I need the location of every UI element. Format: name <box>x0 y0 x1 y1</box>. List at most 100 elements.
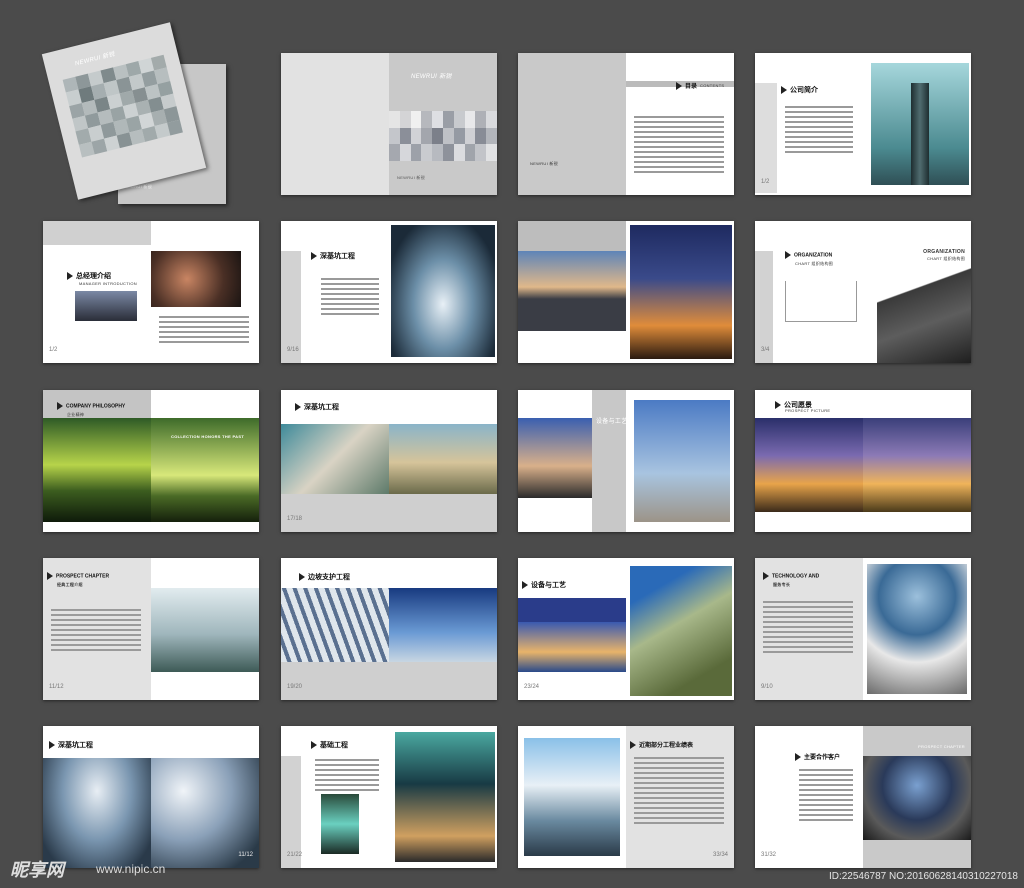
spread-5-page: 9/16 <box>287 347 299 353</box>
spread-17-right <box>389 726 497 868</box>
spread-7-org-chart <box>785 281 857 322</box>
spread-19-title: 主要合作客户 <box>795 752 840 761</box>
spread-3-tower-photo <box>871 63 969 185</box>
spread-18-left <box>518 726 626 868</box>
spread-3-text <box>785 103 853 156</box>
spread-11-sky-photo <box>863 418 971 512</box>
spread-5-text <box>321 275 379 318</box>
spread-13-right <box>389 558 497 700</box>
spread-19[interactable]: 主要合作客户 31/32 PROSPECT CHAPTER <box>755 726 971 868</box>
spread-7-page: 3/4 <box>761 347 770 353</box>
spread-14-left: 设备与工艺 23/24 <box>518 558 626 700</box>
spread-2[interactable]: NEWRUI 新锐 目录 CONTENTS <box>518 53 734 195</box>
spread-14-harbor-photo <box>518 622 626 672</box>
spread-1-brand: NEWRUI 新锐 <box>411 74 452 80</box>
spread-6-right <box>626 221 734 363</box>
spread-9[interactable]: 深基坑工程 17/18 <box>281 390 497 532</box>
spread-3-page: 1/2 <box>761 179 770 185</box>
spread-11[interactable]: 公司愿景 PROSPECT PICTURE <box>755 390 971 532</box>
spread-3-right <box>863 53 971 195</box>
spread-7-eiffel-photo <box>877 261 971 363</box>
spread-15-text <box>763 598 853 656</box>
spread-14-title: 设备与工艺 <box>522 580 566 590</box>
spread-16-title: 深基坑工程 <box>49 740 93 750</box>
spread-5[interactable]: 深基坑工程 9/16 <box>281 221 497 363</box>
spread-3[interactable]: 公司简介 1/2 <box>755 53 971 195</box>
spread-4[interactable]: 总经理介绍 MANAGER INTRODUCTION 1/2 <box>43 221 259 363</box>
spread-15-sub: 服务专长 <box>773 582 791 587</box>
spread-2-title: 目录 <box>676 81 697 90</box>
spread-5-left: 深基坑工程 9/16 <box>281 221 389 363</box>
spread-13-band <box>281 662 389 700</box>
spread-12-title: PROSPECT CHAPTER <box>47 572 109 580</box>
spread-1[interactable]: NEWRUI 新锐 NEWRUI 新锐 <box>281 53 497 195</box>
spread-10-right <box>626 390 734 532</box>
spread-19-right: PROSPECT CHAPTER <box>863 726 971 868</box>
spread-16[interactable]: 深基坑工程 11/12 <box>43 726 259 868</box>
spread-12-right <box>151 558 259 700</box>
spread-8-statue-photo <box>43 418 151 522</box>
spread-14[interactable]: 设备与工艺 23/24 <box>518 558 734 700</box>
spread-10[interactable]: 设备与工艺 <box>518 390 734 532</box>
spread-6-bridge-photo <box>630 225 732 359</box>
spread-17-overpass-photo <box>395 732 495 862</box>
spread-14-page: 23/24 <box>524 684 540 690</box>
spread-4-right <box>151 221 259 363</box>
spread-13-skyline-photo <box>389 588 497 662</box>
spread-10-title: 设备与工艺 <box>596 419 626 425</box>
watermark-url: www.nipic.cn <box>96 862 166 876</box>
spread-15-right <box>863 558 971 700</box>
spread-7-right: ORGANIZATION CHART 组织结构图 <box>863 221 971 363</box>
watermark-logo: 昵享网 <box>10 860 64 880</box>
spread-4-group-photo <box>75 291 137 321</box>
spread-6[interactable] <box>518 221 734 363</box>
spread-18-table <box>634 754 724 827</box>
spread-7-left: ORGANIZATION CHART 组织结构图 3/4 <box>755 221 863 363</box>
spread-12-building-photo <box>151 588 259 672</box>
spread-8-caption: COLLECTION HONORS THE PAST <box>171 434 245 439</box>
spread-13[interactable]: 边坡支护工程 19/20 <box>281 558 497 700</box>
spread-6-band <box>518 221 626 251</box>
spread-18-title: 近期部分工程业绩表 <box>630 740 693 749</box>
spread-7[interactable]: ORGANIZATION CHART 组织结构图 3/4 ORGANIZATIO… <box>755 221 971 363</box>
spread-7-sub: CHART 组织结构图 <box>795 261 834 266</box>
spread-1-right: NEWRUI 新锐 NEWRUI 新锐 <box>389 53 497 195</box>
spread-5-atrium-photo <box>391 225 495 357</box>
spread-4-left: 总经理介绍 MANAGER INTRODUCTION 1/2 <box>43 221 151 363</box>
spread-17-left: 基础工程 21/22 <box>281 726 389 868</box>
spread-12-text <box>51 606 141 654</box>
spread-16-left: 深基坑工程 <box>43 726 151 868</box>
spread-8-title: COMPANY PHILOSOPHY <box>57 402 125 410</box>
spread-1-mosaic <box>389 111 497 161</box>
spread-3-left: 公司简介 1/2 <box>755 53 863 195</box>
spread-14-facade-photo <box>630 566 732 696</box>
spread-2-brand: NEWRUI 新锐 <box>530 161 559 166</box>
spread-6-left <box>518 221 626 363</box>
cover-front: NEWRUI 新锐 <box>41 22 207 200</box>
spread-19-sub: PROSPECT CHAPTER <box>918 744 965 749</box>
spread-16-right: 11/12 <box>151 726 259 868</box>
spread-15-left: TECHNOLOGY AND 服务专长 9/10 <box>755 558 863 700</box>
spread-13-page: 19/20 <box>287 684 303 690</box>
spread-17[interactable]: 基础工程 21/22 <box>281 726 497 868</box>
spread-13-structure-photo <box>281 588 389 662</box>
spread-12[interactable]: PROSPECT CHAPTER 经典工程介绍 11/12 <box>43 558 259 700</box>
spread-5-title: 深基坑工程 <box>311 251 355 261</box>
spread-1-left <box>281 53 389 195</box>
spread-15-page: 9/10 <box>761 684 773 690</box>
spread-4-page: 1/2 <box>49 347 58 353</box>
spread-8-left: COMPANY PHILOSOPHY 企业精神 <box>43 390 151 532</box>
spread-8[interactable]: COMPANY PHILOSOPHY 企业精神 COLLECTION HONOR… <box>43 390 259 532</box>
spread-9-band-right <box>389 494 497 532</box>
spread-18-page: 33/34 <box>712 852 728 858</box>
spread-2-sub: CONTENTS <box>700 83 725 88</box>
spread-12-page: 11/12 <box>49 684 64 690</box>
spread-19-handshake-photo <box>863 756 971 840</box>
spread-18[interactable]: 近期部分工程业绩表 33/34 <box>518 726 734 868</box>
spread-15-dome-photo <box>867 564 967 694</box>
spread-13-title: 边坡支护工程 <box>299 572 350 582</box>
spread-15[interactable]: TECHNOLOGY AND 服务专长 9/10 <box>755 558 971 700</box>
spread-17-text <box>315 756 379 794</box>
spread-11-eiffel-photo <box>755 418 863 512</box>
spread-8-right: COLLECTION HONORS THE PAST <box>151 390 259 532</box>
